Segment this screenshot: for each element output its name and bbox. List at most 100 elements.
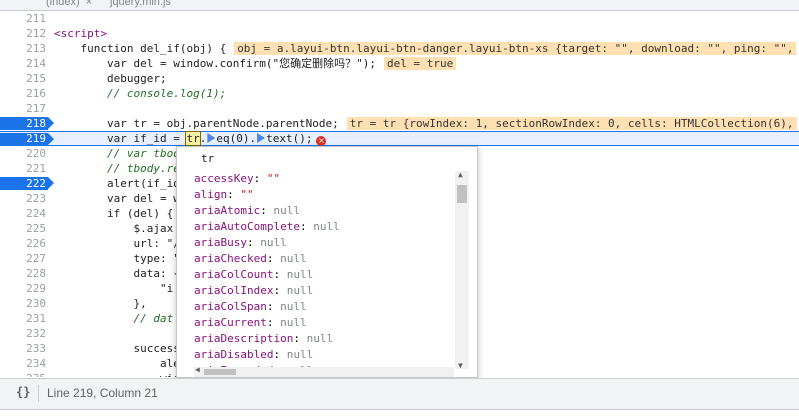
property-key: ariaColCount bbox=[194, 268, 274, 281]
code-line[interactable]: 219 var if_id = tr. eq(0). text(); × bbox=[0, 131, 799, 146]
line-gutter[interactable]: 235 bbox=[0, 371, 50, 377]
line-gutter[interactable]: 223 bbox=[0, 191, 50, 206]
line-gutter[interactable]: 233 bbox=[0, 341, 50, 356]
line-gutter[interactable]: 228 bbox=[0, 266, 50, 281]
line-number: 218 bbox=[26, 117, 46, 130]
line-gutter[interactable]: 232 bbox=[0, 326, 50, 341]
line-gutter[interactable]: 229 bbox=[0, 281, 50, 296]
line-gutter[interactable]: 212 bbox=[0, 26, 50, 41]
code-text: if (del) { bbox=[54, 207, 174, 220]
inline-breakpoint-icon[interactable] bbox=[207, 133, 216, 143]
code-line[interactable]: 212 <script> bbox=[0, 26, 799, 41]
code-text: $.ajax bbox=[54, 222, 174, 235]
code-line[interactable]: 213 function del_if(obj) {obj = a.layui-… bbox=[0, 41, 799, 56]
property-value: "" bbox=[266, 172, 281, 185]
property-row[interactable]: ariaColSpan: null bbox=[194, 299, 452, 315]
property-row[interactable]: ariaAtomic: null bbox=[194, 203, 452, 219]
property-row[interactable]: ariaDescription: null bbox=[194, 331, 452, 347]
line-number: 226 bbox=[26, 237, 46, 250]
scroll-thumb-horizontal[interactable] bbox=[204, 369, 236, 375]
inline-value: obj = a.layui-btn.layui-btn-danger.layui… bbox=[234, 42, 797, 55]
line-gutter[interactable]: 216 bbox=[0, 86, 50, 101]
line-gutter[interactable]: 234 bbox=[0, 356, 50, 371]
line-number: 221 bbox=[26, 162, 46, 175]
line-number: 228 bbox=[26, 267, 46, 280]
line-gutter[interactable]: 214 bbox=[0, 56, 50, 71]
code-text: wir bbox=[54, 371, 180, 377]
line-number: 230 bbox=[26, 297, 46, 310]
property-row[interactable]: ariaDisabled: null bbox=[194, 347, 452, 363]
code-line[interactable]: 218 var tr = obj.parentNode.parentNode; t… bbox=[0, 116, 799, 131]
pretty-print-button[interactable]: {} bbox=[16, 385, 30, 399]
property-row[interactable]: ariaChecked: null bbox=[194, 251, 452, 267]
property-value: "" bbox=[240, 188, 254, 201]
code-text: var del = w bbox=[54, 192, 180, 205]
line-number: 215 bbox=[26, 72, 46, 85]
code-line[interactable]: 211 bbox=[0, 11, 799, 26]
code-text: alert(if_id bbox=[54, 177, 180, 190]
line-number: 231 bbox=[26, 312, 46, 325]
close-icon[interactable]: × bbox=[86, 0, 92, 8]
code-text: "i bbox=[54, 282, 174, 295]
horizontal-scrollbar[interactable]: ◀ bbox=[194, 365, 454, 377]
scroll-left-icon[interactable]: ◀ bbox=[195, 365, 200, 374]
property-list: accessKey: "" align: "" ariaAtomic: null ar… bbox=[194, 171, 452, 377]
line-gutter[interactable]: 222 bbox=[0, 176, 54, 191]
code-text: var tr = obj.parentNode.parentNode; tr = … bbox=[54, 116, 797, 131]
line-number: 224 bbox=[26, 207, 46, 220]
error-icon[interactable]: × bbox=[316, 136, 327, 146]
line-gutter[interactable]: 213 bbox=[0, 41, 50, 56]
code-line[interactable]: 216 // console.log(1); bbox=[0, 86, 799, 101]
code-line[interactable]: 217 bbox=[0, 101, 799, 116]
line-gutter[interactable]: 226 bbox=[0, 236, 50, 251]
property-row[interactable]: ariaColCount: null bbox=[194, 267, 452, 283]
line-number: 213 bbox=[26, 42, 46, 55]
line-number: 222 bbox=[26, 177, 46, 190]
line-gutter[interactable]: 215 bbox=[0, 71, 50, 86]
line-gutter[interactable]: 221 bbox=[0, 161, 50, 176]
line-number: 214 bbox=[26, 57, 46, 70]
object-preview-popover: tr accessKey: "" align: "" ariaAtomic: nul… bbox=[176, 146, 478, 378]
property-key: ariaChecked bbox=[194, 252, 267, 265]
line-gutter[interactable]: 230 bbox=[0, 296, 50, 311]
code-line[interactable]: 215 debugger; bbox=[0, 71, 799, 86]
line-gutter[interactable]: 231 bbox=[0, 311, 50, 326]
code-text: debugger; bbox=[54, 72, 167, 85]
source-tab-bar: (index) × jquery.min.js bbox=[0, 0, 799, 11]
line-gutter[interactable]: 227 bbox=[0, 251, 50, 266]
code-text: data: { bbox=[54, 267, 180, 280]
line-gutter[interactable]: 224 bbox=[0, 206, 50, 221]
line-gutter[interactable]: 218 bbox=[0, 116, 54, 131]
vertical-scrollbar[interactable]: ▲ ▼ bbox=[455, 170, 469, 370]
scroll-up-icon[interactable]: ▲ bbox=[458, 170, 463, 179]
line-gutter[interactable]: 211 bbox=[0, 11, 50, 26]
property-key: ariaDisabled bbox=[194, 348, 274, 361]
property-row[interactable]: ariaAutoComplete: null bbox=[194, 219, 452, 235]
code-text: // tbody.re bbox=[54, 162, 180, 175]
line-number: 235 bbox=[26, 371, 46, 377]
scroll-down-icon[interactable]: ▼ bbox=[458, 361, 463, 370]
property-row[interactable]: ariaCurrent: null bbox=[194, 315, 452, 331]
property-row[interactable]: accessKey: "" bbox=[194, 171, 452, 187]
inline-value: tr = tr {rowIndex: 1, sectionRowIndex: 0… bbox=[346, 117, 797, 130]
line-gutter[interactable]: 225 bbox=[0, 221, 50, 236]
property-row[interactable]: align: "" bbox=[194, 187, 452, 203]
code-line[interactable]: 214 var del = window.confirm("您确定删除吗？");… bbox=[0, 56, 799, 71]
highlighted-token: tr bbox=[185, 131, 201, 146]
scroll-thumb[interactable] bbox=[457, 185, 467, 203]
tab-jquery[interactable]: jquery.min.js bbox=[110, 0, 171, 8]
property-key: ariaAtomic bbox=[194, 204, 261, 217]
property-key: accessKey bbox=[194, 172, 254, 185]
tab-index[interactable]: (index) × bbox=[46, 0, 92, 8]
property-value: null bbox=[286, 284, 314, 297]
code-text: url: "/ bbox=[54, 237, 180, 250]
line-gutter[interactable]: 217 bbox=[0, 101, 50, 116]
inline-breakpoint-icon[interactable] bbox=[257, 133, 266, 143]
property-row[interactable]: ariaColIndex: null bbox=[194, 283, 452, 299]
property-row[interactable]: ariaBusy: null bbox=[194, 235, 452, 251]
code-text: var if_id = tr. eq(0). text(); × bbox=[54, 131, 327, 146]
property-key: ariaCurrent bbox=[194, 316, 267, 329]
line-number: 227 bbox=[26, 252, 46, 265]
line-gutter[interactable]: 220 bbox=[0, 146, 50, 161]
line-gutter[interactable]: 219 bbox=[0, 132, 54, 147]
